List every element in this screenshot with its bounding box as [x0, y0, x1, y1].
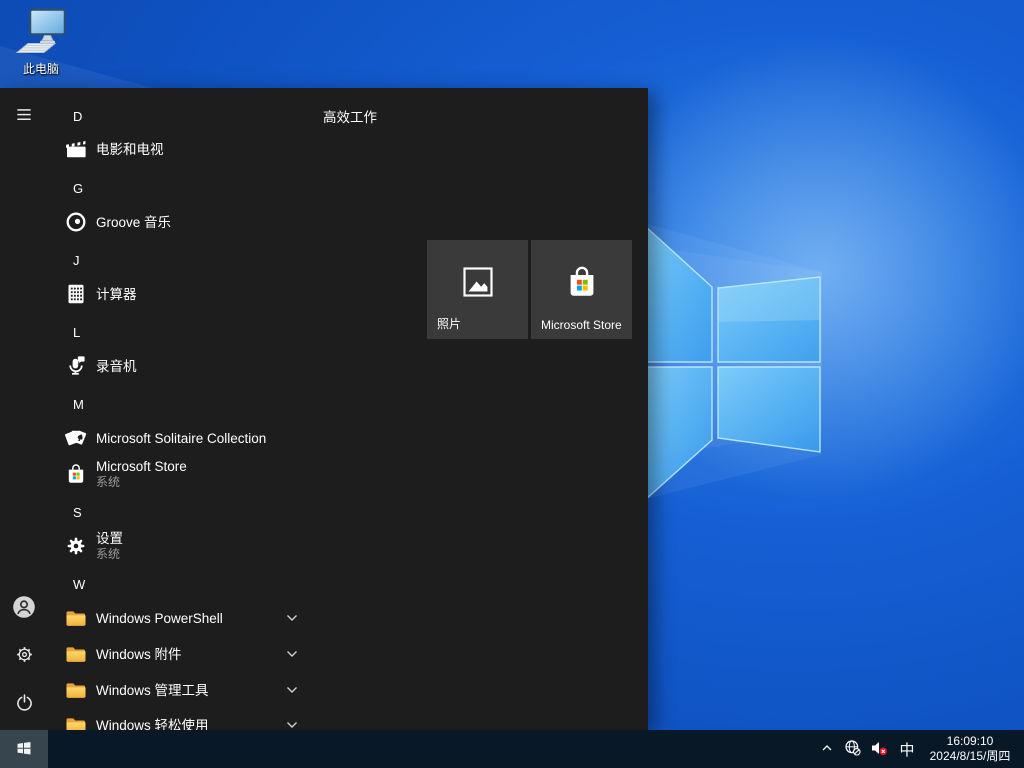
speaker-muted-icon	[870, 740, 888, 759]
tile-group-title[interactable]: 高效工作	[323, 106, 377, 126]
folder-item-windows-ease-of-access[interactable]: Windows 轻松使用	[48, 707, 330, 730]
taskbar: 中 16:09:10 2024/8/15/周四	[0, 730, 1024, 768]
start-menu-rail	[0, 88, 48, 730]
rail-settings-button[interactable]	[0, 632, 48, 680]
store-icon	[563, 263, 601, 301]
app-item-groove-music[interactable]: Groove 音乐	[48, 204, 330, 240]
app-item-settings[interactable]: 设置 系统	[48, 524, 330, 568]
system-tray: 中 16:09:10 2024/8/15/周四	[815, 730, 1024, 768]
gear-icon	[14, 644, 35, 668]
ime-mode-indicator[interactable]: 中	[893, 739, 921, 760]
user-avatar-icon	[12, 595, 36, 622]
start-menu: D 电影和电视 G Groove 音乐 J 计算器 L 录音机 M	[0, 88, 648, 730]
chevron-down-icon[interactable]	[286, 686, 298, 694]
app-item-voice-recorder[interactable]: 录音机	[48, 348, 330, 384]
folder-icon	[64, 678, 88, 702]
expand-menu-button[interactable]	[0, 92, 48, 140]
app-item-movies-tv[interactable]: 电影和电视	[48, 131, 330, 167]
chevron-down-icon[interactable]	[286, 721, 298, 729]
folder-icon	[64, 713, 88, 730]
voice-recorder-icon	[64, 354, 88, 378]
chevron-down-icon[interactable]	[286, 614, 298, 622]
tile-area: 高效工作 照片 Microsoft Store	[323, 88, 648, 730]
section-header-l[interactable]: L	[66, 319, 109, 345]
app-list: D 电影和电视 G Groove 音乐 J 计算器 L 录音机 M	[48, 88, 332, 730]
volume-button[interactable]	[865, 730, 893, 768]
show-hidden-icons-button[interactable]	[815, 730, 839, 768]
chevron-up-icon	[820, 741, 834, 758]
globe-no-internet-icon	[844, 739, 861, 759]
desktop: 此电脑	[0, 0, 1024, 768]
calculator-icon	[64, 282, 88, 306]
folder-item-windows-admin-tools[interactable]: Windows 管理工具	[48, 672, 330, 708]
section-header-s[interactable]: S	[66, 499, 109, 525]
power-button[interactable]	[0, 680, 48, 728]
app-item-microsoft-store[interactable]: Microsoft Store 系统	[48, 452, 330, 496]
section-header-d[interactable]: D	[66, 103, 109, 129]
network-status-button[interactable]	[839, 730, 865, 768]
clock-time: 16:09:10	[921, 734, 1019, 749]
user-account-button[interactable]	[0, 584, 48, 632]
windows-logo-icon	[15, 738, 33, 761]
solitaire-icon	[64, 426, 88, 450]
chevron-down-icon[interactable]	[286, 650, 298, 658]
photos-icon	[460, 264, 496, 300]
desktop-icon-label: 此电脑	[12, 62, 70, 76]
app-item-calculator[interactable]: 计算器	[48, 276, 330, 312]
hamburger-icon	[14, 105, 34, 128]
tray-clock[interactable]: 16:09:10 2024/8/15/周四	[921, 734, 1024, 764]
taskbar-start-button[interactable]	[0, 730, 48, 768]
groove-music-icon	[64, 210, 88, 234]
tile-microsoft-store[interactable]: Microsoft Store	[531, 240, 632, 339]
folder-icon	[64, 642, 88, 666]
desktop-icon-this-pc[interactable]: 此电脑	[12, 8, 70, 76]
folder-icon	[64, 606, 88, 630]
tile-photos[interactable]: 照片	[427, 240, 528, 339]
this-pc-icon	[15, 43, 67, 60]
store-icon	[64, 462, 88, 486]
clock-date: 2024/8/15/周四	[921, 749, 1019, 764]
section-header-w[interactable]: W	[66, 571, 109, 597]
section-header-m[interactable]: M	[66, 391, 109, 417]
movies-tv-icon	[64, 137, 88, 161]
app-item-solitaire-collection[interactable]: Microsoft Solitaire Collection	[48, 420, 330, 456]
settings-gear-icon	[64, 534, 88, 558]
power-icon	[14, 692, 35, 716]
section-header-g[interactable]: G	[66, 175, 109, 201]
section-header-j[interactable]: J	[66, 247, 109, 273]
folder-item-windows-powershell[interactable]: Windows PowerShell	[48, 600, 330, 636]
folder-item-windows-accessories[interactable]: Windows 附件	[48, 636, 330, 672]
